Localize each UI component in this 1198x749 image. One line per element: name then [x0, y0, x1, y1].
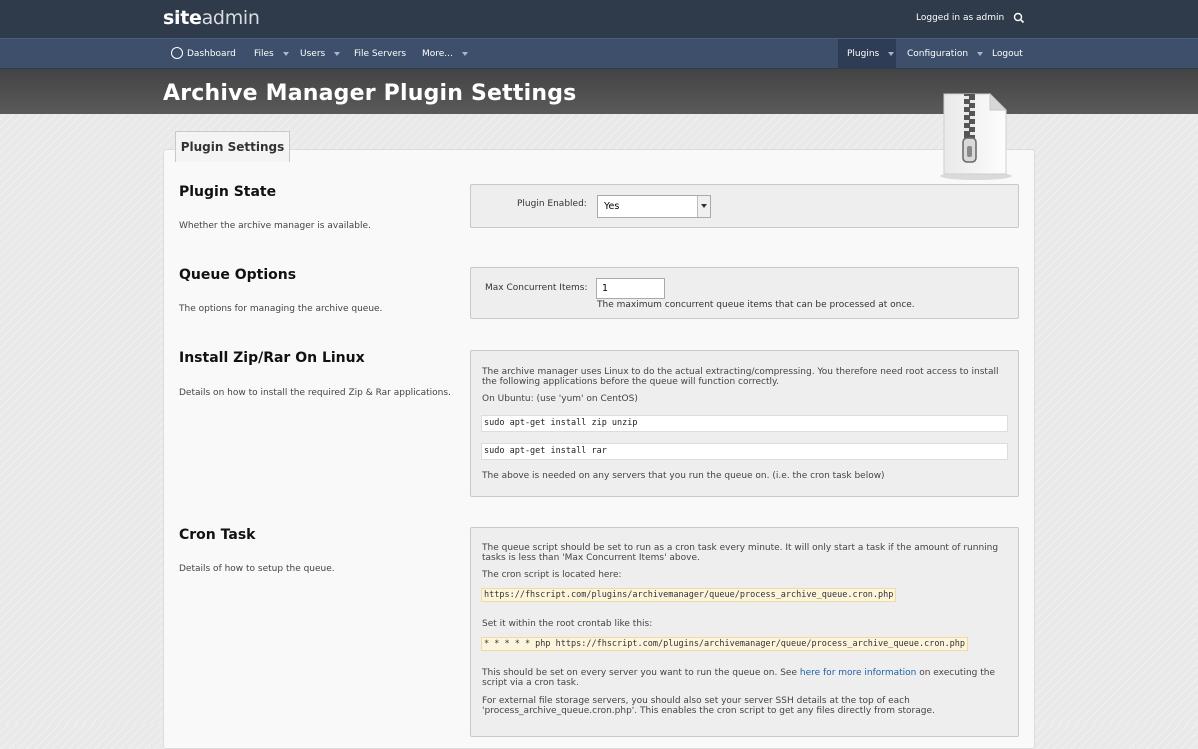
max-concurrent-help: The maximum concurrent queue items that …: [597, 300, 915, 310]
zip-file-icon: [940, 92, 1012, 180]
nav-dashboard[interactable]: Dashboard: [171, 39, 236, 69]
more-info-link[interactable]: here for more information: [800, 668, 917, 678]
install-intro-text: The archive manager uses Linux to do the…: [482, 367, 999, 387]
install-rar-command[interactable]: sudo apt-get install rar: [481, 443, 1008, 460]
plugin-state-box: Plugin Enabled: Yes: [470, 184, 1019, 228]
section-desc-queue-options: The options for managing the archive que…: [179, 304, 383, 314]
plugin-enabled-select[interactable]: Yes: [597, 195, 711, 218]
nav-files-label: Files: [254, 49, 274, 59]
cron-more-info-prefix: This should be set on every server you w…: [482, 668, 800, 678]
cron-location-label: The cron script is located here:: [482, 570, 622, 580]
max-concurrent-input[interactable]: 1: [596, 278, 665, 299]
nav-more[interactable]: More...: [422, 39, 468, 69]
plugin-enabled-value: Yes: [604, 201, 620, 212]
top-header: siteadmin Logged in as admin: [0, 0, 1198, 38]
chevron-down-icon: [334, 51, 341, 56]
logo-bold-text: site: [163, 7, 202, 29]
logo-light-text: admin: [201, 7, 260, 29]
dashboard-icon: [171, 46, 183, 59]
main-nav: Dashboard Files Users File Servers More.…: [0, 38, 1198, 69]
ubuntu-note-text: On Ubuntu: (use 'yum' on CentOS): [482, 394, 638, 404]
nav-logout-label: Logout: [992, 49, 1023, 59]
chevron-down-icon: [697, 196, 710, 217]
install-footer-text: The above is needed on any servers that …: [482, 471, 885, 481]
plugin-enabled-label: Plugin Enabled:: [517, 199, 587, 209]
nav-file-servers-label: File Servers: [354, 49, 407, 59]
section-title-install: Install Zip/Rar On Linux: [179, 350, 365, 366]
cron-script-path[interactable]: https://fhscript.com/plugins/archivemana…: [481, 588, 897, 602]
chevron-down-icon: [977, 51, 984, 56]
section-title-queue-options: Queue Options: [179, 267, 297, 283]
cron-intro-text: The queue script should be set to run as…: [482, 543, 999, 563]
crontab-command[interactable]: * * * * * php https://fhscript.com/plugi…: [481, 637, 969, 651]
search-icon[interactable]: [1013, 12, 1025, 24]
logged-in-status: Logged in as admin: [916, 13, 1005, 23]
page-title-bar: Archive Manager Plugin Settings: [0, 69, 1198, 114]
crontab-label: Set it within the root crontab like this…: [482, 619, 653, 629]
nav-plugins-label: Plugins: [847, 49, 880, 59]
nav-users[interactable]: Users: [300, 39, 341, 69]
chevron-down-icon: [282, 51, 289, 56]
nav-files[interactable]: Files: [254, 39, 289, 69]
nav-configuration-label: Configuration: [907, 49, 969, 59]
section-desc-plugin-state: Whether the archive manager is available…: [179, 221, 371, 231]
section-title-plugin-state: Plugin State: [179, 184, 277, 200]
nav-more-label: More...: [422, 49, 453, 59]
max-concurrent-label: Max Concurrent Items:: [485, 283, 588, 293]
section-desc-cron: Details of how to setup the queue.: [179, 564, 335, 574]
section-title-cron: Cron Task: [179, 527, 256, 543]
nav-file-servers[interactable]: File Servers: [354, 39, 406, 69]
cron-external-storage-text: For external file storage servers, you s…: [482, 696, 935, 716]
nav-users-label: Users: [300, 49, 326, 59]
install-zip-command[interactable]: sudo apt-get install zip unzip: [481, 415, 1008, 432]
section-desc-install: Details on how to install the required Z…: [179, 388, 451, 398]
nav-configuration[interactable]: Configuration: [907, 39, 984, 69]
chevron-down-icon: [888, 51, 895, 56]
nav-logout[interactable]: Logout: [992, 39, 1023, 69]
queue-options-box: Max Concurrent Items: 1 The maximum conc…: [470, 267, 1019, 319]
cron-more-info-text: This should be set on every server you w…: [482, 668, 1010, 688]
chevron-down-icon: [461, 51, 468, 56]
site-logo[interactable]: siteadmin: [163, 7, 260, 29]
page-title: Archive Manager Plugin Settings: [163, 81, 577, 106]
tab-plugin-settings[interactable]: Plugin Settings: [175, 131, 290, 162]
nav-dashboard-label: Dashboard: [187, 49, 236, 59]
nav-plugins[interactable]: Plugins: [838, 39, 896, 69]
